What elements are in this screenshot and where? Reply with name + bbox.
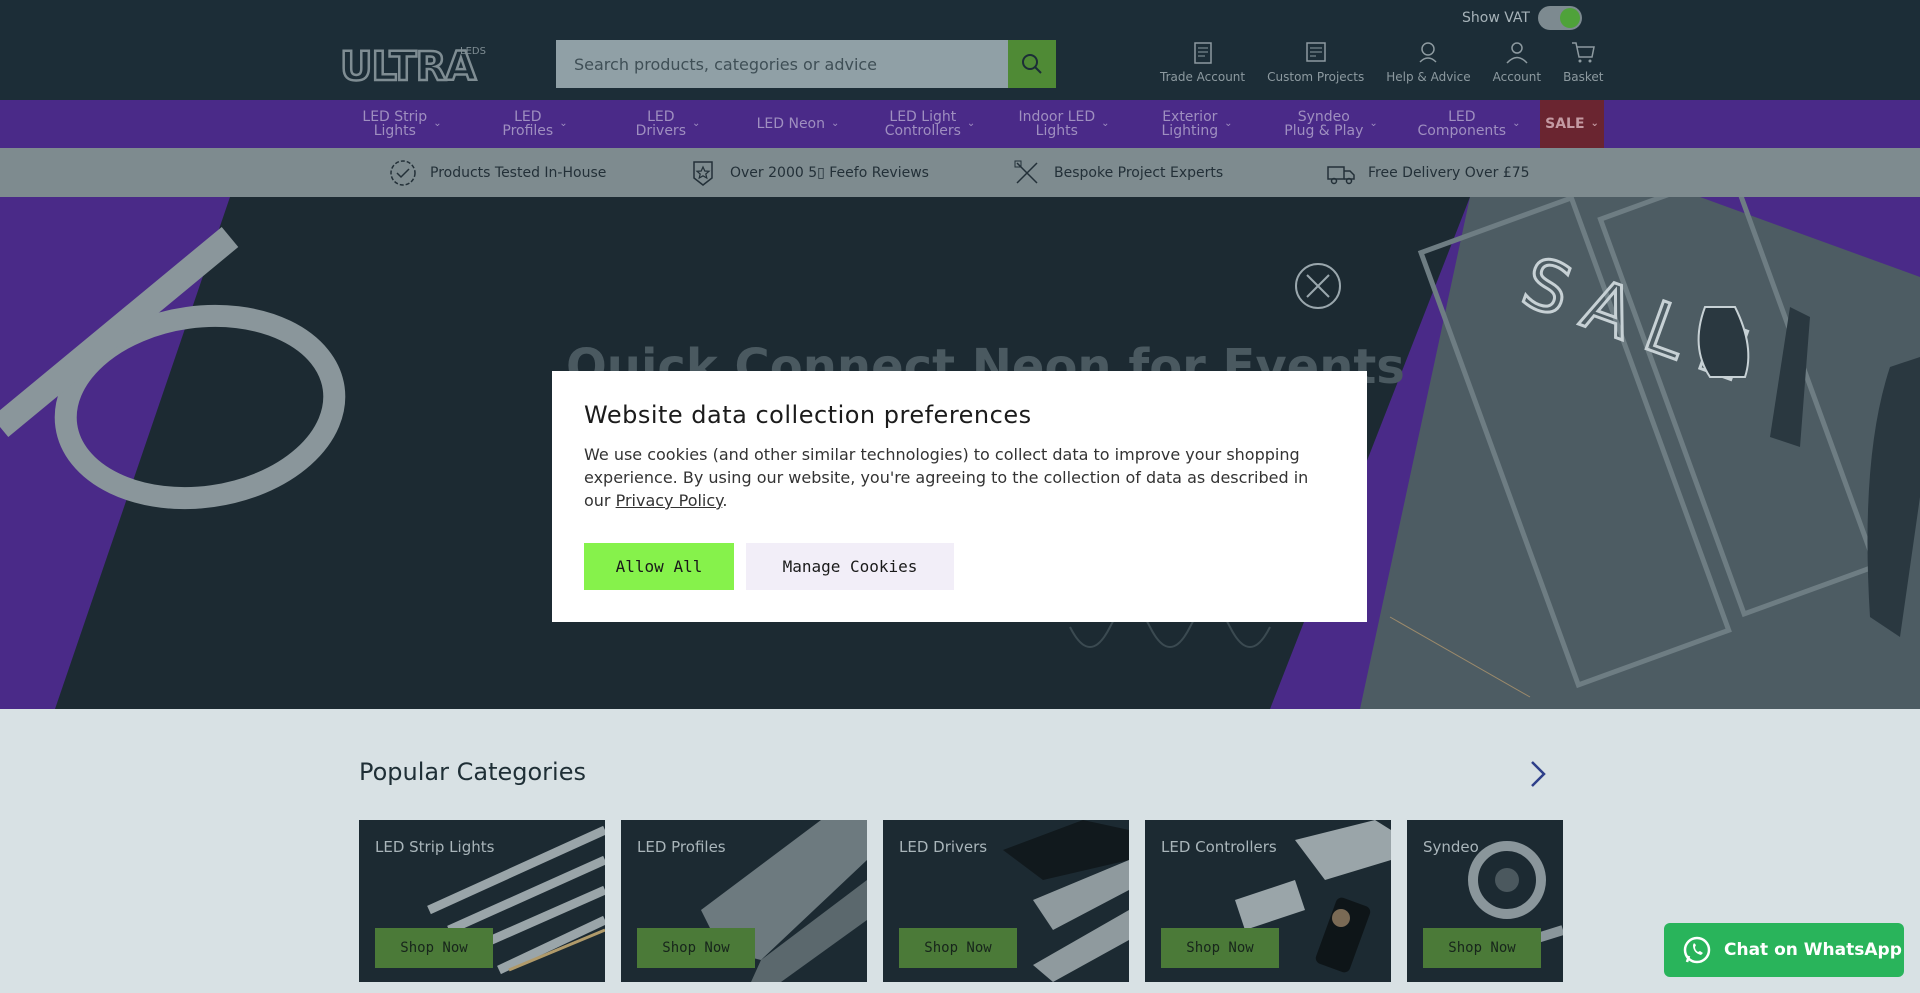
chevron-down-icon: ⌄ <box>966 118 976 129</box>
header-icon-links: Trade Account Custom Projects Help & Adv… <box>1160 38 1604 84</box>
badge-check-icon <box>390 159 416 186</box>
popular-categories-title: Popular Categories <box>359 758 586 786</box>
nav-item-led-drivers[interactable]: LED Drivers ⌄ <box>602 100 734 148</box>
category-card-led-strip-lights[interactable]: LED Strip Lights Shop Now <box>359 820 605 982</box>
category-card-label: LED Profiles <box>637 838 726 856</box>
category-card-led-drivers[interactable]: LED Drivers Shop Now <box>883 820 1129 982</box>
star-shield-icon <box>693 160 713 186</box>
shop-now-button[interactable]: Shop Now <box>899 928 1017 968</box>
search-icon <box>1022 54 1042 74</box>
category-cards: LED Strip Lights Shop Now LED Profiles S… <box>359 820 1563 982</box>
chevron-down-icon: ⌄ <box>691 118 701 129</box>
search-bar <box>556 40 1056 88</box>
ultra-leds-logo[interactable]: ULTRA LEDS <box>340 42 490 86</box>
trade-account-icon <box>1193 42 1212 64</box>
basket-label: Basket <box>1563 70 1604 84</box>
trade-account-label: Trade Account <box>1160 70 1246 84</box>
shop-now-button[interactable]: Shop Now <box>375 928 493 968</box>
logo-subtext: LEDS <box>460 46 486 57</box>
custom-projects-label: Custom Projects <box>1267 70 1365 84</box>
chevron-down-icon: ⌄ <box>433 118 442 129</box>
chevron-down-icon: ⌄ <box>1101 118 1110 129</box>
nav-item-led-strip-lights[interactable]: LED Strip Lights ⌄ <box>336 100 468 148</box>
whatsapp-label: Chat on WhatsApp <box>1724 940 1902 960</box>
search-input[interactable] <box>556 40 1008 88</box>
shop-now-button[interactable]: Shop Now <box>1161 928 1279 968</box>
chevron-down-icon: ⌄ <box>559 118 568 129</box>
custom-projects-link[interactable]: Custom Projects <box>1267 38 1364 84</box>
chevron-down-icon: ⌄ <box>1224 118 1233 129</box>
category-card-label: LED Controllers <box>1161 838 1277 856</box>
category-card-label: LED Strip Lights <box>375 838 495 856</box>
help-advice-label: Help & Advice <box>1386 70 1471 84</box>
nav-item-led-neon[interactable]: LED Neon ⌄ <box>734 100 862 148</box>
search-button[interactable] <box>1008 40 1056 88</box>
main-navigation: LED Strip Lights ⌄ LED Profiles ⌄ LED Drivers… <box>0 100 1920 148</box>
nav-item-sale[interactable]: SALE ⌄ <box>1540 100 1604 148</box>
nav-item-led-profiles[interactable]: LED Profiles ⌄ <box>468 100 602 148</box>
chevron-down-icon: ⌄ <box>1512 118 1521 129</box>
category-card-label: Syndeo <box>1423 838 1479 856</box>
chevron-down-icon: ⌄ <box>1369 118 1378 129</box>
category-card-led-controllers[interactable]: LED Controllers Shop Now <box>1145 820 1391 982</box>
chevron-down-icon: ⌄ <box>1590 118 1599 129</box>
chevron-right-icon[interactable] <box>1526 758 1550 790</box>
delivery-truck-icon <box>1327 165 1355 184</box>
pencil-ruler-icon <box>1014 160 1038 184</box>
account-label: Account <box>1492 70 1542 84</box>
nav-item-led-components[interactable]: LED Components ⌄ <box>1398 100 1540 148</box>
cookie-dialog-body: We use cookies (and other similar techno… <box>584 445 1309 510</box>
usp-bespoke-experts: Bespoke Project Experts <box>1012 148 1223 197</box>
category-card-syndeo[interactable]: Syndeo Shop Now <box>1407 820 1563 982</box>
usp-bar: Products Tested In-House Over 2000 5▯ Fe… <box>0 148 1920 197</box>
chevron-down-icon: ⌄ <box>831 118 840 129</box>
shop-now-button[interactable]: Shop Now <box>637 928 755 968</box>
logo-text: ULTRA <box>340 44 476 86</box>
nav-item-exterior-lighting[interactable]: Exterior Lighting ⌄ <box>1130 100 1264 148</box>
hero-close-button[interactable] <box>1295 263 1341 309</box>
nav-item-syndeo-plug-play[interactable]: Syndeo Plug & Play ⌄ <box>1264 100 1398 148</box>
usp-free-delivery: Free Delivery Over £75 <box>1326 148 1530 197</box>
category-card-led-profiles[interactable]: LED Profiles Shop Now <box>621 820 867 982</box>
help-advice-icon <box>1419 42 1437 63</box>
account-link[interactable]: Account <box>1493 38 1541 84</box>
close-icon <box>1306 274 1330 298</box>
privacy-policy-link[interactable]: Privacy Policy <box>616 491 723 510</box>
whatsapp-chat-button[interactable]: Chat on WhatsApp <box>1664 923 1904 977</box>
nav-item-indoor-led-lights[interactable]: Indoor LED Lights ⌄ <box>998 100 1130 148</box>
vat-toggle-knob <box>1559 8 1580 28</box>
basket-link[interactable]: Basket <box>1563 38 1604 84</box>
allow-all-button[interactable]: Allow All <box>584 543 734 590</box>
cookie-dialog-title: Website data collection preferences <box>584 401 1032 429</box>
usp-feefo-reviews: Over 2000 5▯ Feefo Reviews <box>688 148 929 197</box>
usp-tested-in-house: Products Tested In-House <box>388 148 606 197</box>
cookie-preferences-dialog: Website data collection preferences We u… <box>552 371 1367 622</box>
help-advice-link[interactable]: Help & Advice <box>1386 38 1471 84</box>
whatsapp-icon <box>1683 936 1711 964</box>
shop-now-button[interactable]: Shop Now <box>1423 928 1541 968</box>
custom-projects-icon <box>1305 42 1326 62</box>
vat-toggle[interactable] <box>1537 6 1582 30</box>
nav-item-led-light-controllers[interactable]: LED Light Controllers ⌄ <box>862 100 998 148</box>
manage-cookies-button[interactable]: Manage Cookies <box>746 543 954 590</box>
site-header: Show VAT ULTRA LEDS Trade Account Custom… <box>0 0 1920 100</box>
basket-icon <box>1572 42 1596 63</box>
account-icon <box>1506 42 1528 64</box>
trade-account-link[interactable]: Trade Account <box>1160 38 1245 84</box>
vat-toggle-group[interactable]: Show VAT <box>1462 6 1582 30</box>
vat-label: Show VAT <box>1462 10 1530 26</box>
category-card-label: LED Drivers <box>899 838 988 856</box>
